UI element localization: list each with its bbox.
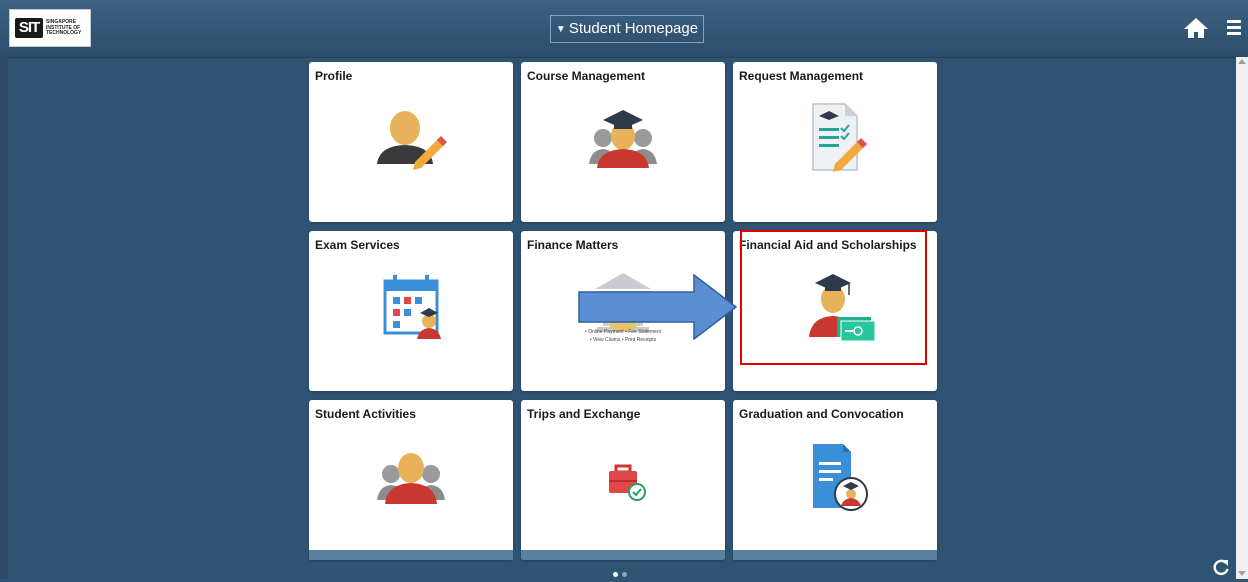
tile-title: Course Management <box>527 69 646 83</box>
top-header-bar: SIT SINGAPORE INSTITUTE OF TECHNOLOGY ▼ S… <box>0 0 1248 58</box>
page-title-label: Student Homepage <box>568 20 699 37</box>
logo-mark: SIT <box>15 18 43 38</box>
page-title-dropdown[interactable]: ▼ Student Homepage <box>550 15 704 43</box>
tile-request-management[interactable]: Request Management <box>733 62 937 222</box>
tile-trips-exchange[interactable]: Trips and Exchange <box>521 400 725 560</box>
scroll-down-arrow-icon[interactable] <box>1238 571 1246 576</box>
caret-down-icon: ▼ <box>555 24 566 35</box>
refresh-icon[interactable] <box>1212 558 1230 576</box>
page-dot-active[interactable] <box>613 572 618 577</box>
profile-edit-icon <box>377 111 447 170</box>
pointer-arrow-icon <box>578 274 738 340</box>
sit-logo[interactable]: SIT SINGAPORE INSTITUTE OF TECHNOLOGY <box>9 9 91 47</box>
home-icon[interactable] <box>1183 17 1209 39</box>
vertical-scrollbar[interactable] <box>1236 57 1248 579</box>
tile-student-activities[interactable]: Student Activities <box>309 400 513 560</box>
tile-footer <box>733 550 937 560</box>
scroll-up-arrow-icon[interactable] <box>1238 59 1246 64</box>
certificate-graduate-icon <box>813 444 868 511</box>
tile-course-management[interactable]: Course Management <box>521 62 725 222</box>
people-group-icon <box>377 453 445 504</box>
logo-text: SINGAPORE INSTITUTE OF TECHNOLOGY <box>46 19 82 36</box>
tile-title: Graduation and Convocation <box>739 407 904 421</box>
tile-title: Trips and Exchange <box>527 407 641 421</box>
tile-exam-services[interactable]: Exam Services <box>309 231 513 391</box>
pagination-dots[interactable] <box>613 564 637 577</box>
tile-title: Student Activities <box>315 407 416 421</box>
tile-title: Request Management <box>739 69 864 83</box>
tile-graduation-convocation[interactable]: Graduation and Convocation <box>733 400 937 560</box>
calendar-graduate-icon <box>383 275 441 339</box>
left-edge-panel <box>0 57 8 579</box>
tile-footer <box>309 550 513 560</box>
tile-footer <box>521 550 725 560</box>
graduate-group-icon <box>589 110 657 168</box>
tile-title: Finance Matters <box>527 238 619 252</box>
tile-title: Exam Services <box>315 238 400 252</box>
tile-title: Profile <box>315 69 353 83</box>
hamburger-menu-icon[interactable] <box>1227 18 1243 36</box>
request-document-icon <box>812 103 867 172</box>
suitcase-check-icon <box>609 464 646 501</box>
page-dot[interactable] <box>622 572 627 577</box>
highlight-box <box>740 230 927 365</box>
tile-profile[interactable]: Profile <box>309 62 513 222</box>
